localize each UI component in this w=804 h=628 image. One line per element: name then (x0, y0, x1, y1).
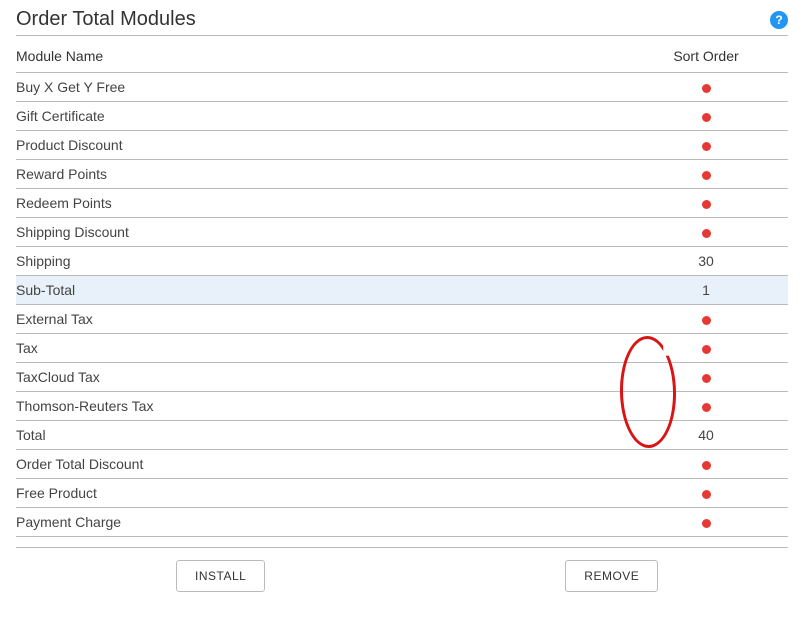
table-row[interactable]: Free Product (16, 479, 788, 508)
module-name-cell: Buy X Get Y Free (16, 73, 628, 102)
uninstalled-dot-icon (702, 113, 711, 122)
uninstalled-dot-icon (702, 519, 711, 528)
table-row[interactable]: Sub-Total1 (16, 276, 788, 305)
uninstalled-dot-icon (702, 84, 711, 93)
module-name-cell: Tax (16, 334, 628, 363)
remove-button[interactable]: REMOVE (565, 560, 658, 592)
module-name-cell: Payment Charge (16, 508, 628, 537)
sort-order-cell (628, 160, 788, 189)
uninstalled-dot-icon (702, 142, 711, 151)
uninstalled-dot-icon (702, 316, 711, 325)
module-name-cell: External Tax (16, 305, 628, 334)
uninstalled-dot-icon (702, 229, 711, 238)
uninstalled-dot-icon (702, 374, 711, 383)
sort-order-cell (628, 508, 788, 537)
module-name-cell: Gift Certificate (16, 102, 628, 131)
sort-order-cell (628, 73, 788, 102)
table-row[interactable]: Payment Charge (16, 508, 788, 537)
module-name-cell: Total (16, 421, 628, 450)
sort-order-cell: 1 (628, 276, 788, 305)
uninstalled-dot-icon (702, 490, 711, 499)
uninstalled-dot-icon (702, 171, 711, 180)
table-row[interactable]: Reward Points (16, 160, 788, 189)
module-name-cell: TaxCloud Tax (16, 363, 628, 392)
module-name-cell: Product Discount (16, 131, 628, 160)
module-name-cell: Reward Points (16, 160, 628, 189)
table-row[interactable]: Thomson-Reuters Tax (16, 392, 788, 421)
sort-order-cell (628, 131, 788, 160)
table-row[interactable]: Gift Certificate (16, 102, 788, 131)
module-name-cell: Free Product (16, 479, 628, 508)
table-row[interactable]: Redeem Points (16, 189, 788, 218)
uninstalled-dot-icon (702, 461, 711, 470)
sort-order-cell (628, 334, 788, 363)
uninstalled-dot-icon (702, 200, 711, 209)
table-row[interactable]: Order Total Discount (16, 450, 788, 479)
module-name-cell: Shipping Discount (16, 218, 628, 247)
footer-actions: INSTALL REMOVE (16, 547, 788, 592)
table-row[interactable]: Shipping Discount (16, 218, 788, 247)
sort-order-cell: 40 (628, 421, 788, 450)
col-sort-order[interactable]: Sort Order (628, 40, 788, 73)
modules-table: Module Name Sort Order Buy X Get Y FreeG… (16, 40, 788, 537)
sort-order-cell (628, 218, 788, 247)
table-row[interactable]: Total40 (16, 421, 788, 450)
install-button[interactable]: INSTALL (176, 560, 265, 592)
col-module-name[interactable]: Module Name (16, 40, 628, 73)
module-name-cell: Order Total Discount (16, 450, 628, 479)
sort-order-cell (628, 479, 788, 508)
help-icon[interactable]: ? (770, 11, 788, 29)
sort-order-cell (628, 189, 788, 218)
header-divider (16, 35, 788, 36)
sort-order-cell (628, 102, 788, 131)
sort-order-cell (628, 363, 788, 392)
table-row[interactable]: Shipping30 (16, 247, 788, 276)
table-row[interactable]: TaxCloud Tax (16, 363, 788, 392)
table-row[interactable]: Buy X Get Y Free (16, 73, 788, 102)
sort-order-cell (628, 305, 788, 334)
module-name-cell: Sub-Total (16, 276, 628, 305)
table-row[interactable]: External Tax (16, 305, 788, 334)
uninstalled-dot-icon (702, 345, 711, 354)
sort-order-cell (628, 392, 788, 421)
table-row[interactable]: Product Discount (16, 131, 788, 160)
table-row[interactable]: Tax (16, 334, 788, 363)
sort-order-cell (628, 450, 788, 479)
sort-order-cell: 30 (628, 247, 788, 276)
page-title: Order Total Modules (16, 8, 196, 31)
module-name-cell: Shipping (16, 247, 628, 276)
module-name-cell: Redeem Points (16, 189, 628, 218)
uninstalled-dot-icon (702, 403, 711, 412)
module-name-cell: Thomson-Reuters Tax (16, 392, 628, 421)
